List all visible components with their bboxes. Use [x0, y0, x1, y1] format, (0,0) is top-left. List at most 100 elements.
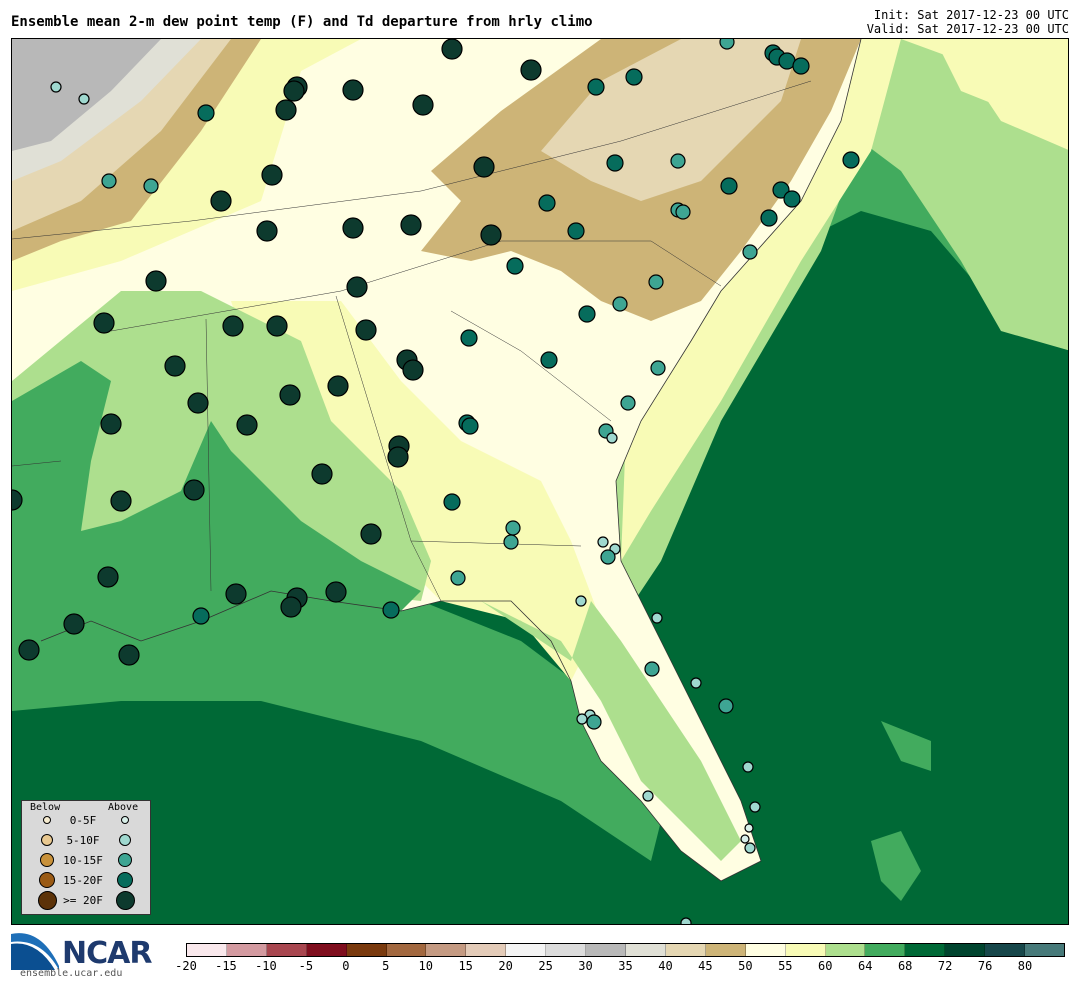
colorbar-tick-label: -5 — [298, 959, 314, 973]
colorbar-tick-label: 76 — [977, 959, 993, 973]
colorbar-swatch — [386, 944, 427, 956]
colorbar-swatch — [865, 944, 906, 956]
station-marker — [505, 520, 521, 536]
colorbar — [186, 943, 1065, 957]
station-marker — [740, 834, 750, 844]
station-marker — [578, 305, 596, 323]
station-marker — [164, 355, 186, 377]
station-marker — [443, 493, 461, 511]
legend-row: 5-10F — [22, 831, 150, 851]
colorbar-tick-label: 60 — [818, 959, 833, 973]
station-marker — [567, 222, 585, 240]
station-marker — [503, 534, 519, 550]
station-marker — [742, 761, 754, 773]
colorbar-tick-label: 30 — [578, 959, 593, 973]
legend-row: 15-20F — [22, 871, 150, 891]
station-marker — [744, 842, 756, 854]
colorbar-swatch — [785, 944, 826, 956]
colorbar-swatch — [825, 944, 866, 956]
colorbar-tick-label: -15 — [215, 959, 237, 973]
station-marker — [575, 595, 587, 607]
station-marker — [280, 596, 302, 618]
station-marker — [266, 315, 288, 337]
colorbar-swatch — [306, 944, 347, 956]
colorbar-swatch — [346, 944, 387, 956]
station-marker — [648, 274, 664, 290]
station-marker — [460, 329, 478, 347]
valid-time: Valid: Sat 2017-12-23 00 UTC — [866, 22, 1069, 36]
colorbar-swatch — [945, 944, 986, 956]
colorbar-tick-label: 40 — [658, 959, 673, 973]
station-marker — [670, 153, 686, 169]
station-marker — [63, 613, 85, 635]
station-marker — [311, 463, 333, 485]
colorbar-swatch — [905, 944, 946, 956]
station-marker — [50, 81, 62, 93]
station-marker — [382, 601, 400, 619]
legend-row: >= 20F — [22, 891, 150, 911]
station-marker — [792, 57, 810, 75]
station-marker — [520, 59, 542, 81]
colorbar-swatch — [625, 944, 666, 956]
station-marker — [225, 583, 247, 605]
legend-row-label: 0-5F — [69, 814, 97, 827]
legend-row: 0-5F — [22, 811, 150, 831]
map-canvas — [12, 39, 1068, 924]
colorbar-swatch — [745, 944, 786, 956]
legend-below-dot — [40, 853, 54, 867]
station-marker — [100, 413, 122, 435]
station-marker — [93, 312, 115, 334]
station-marker — [480, 224, 502, 246]
colorbar-tick-label: 0 — [342, 959, 350, 973]
station-marker — [187, 392, 209, 414]
colorbar-swatch — [705, 944, 746, 956]
colorbar-tick-label: 45 — [698, 959, 713, 973]
station-marker — [101, 173, 117, 189]
legend-row-label: 15-20F — [63, 874, 103, 887]
station-marker — [540, 351, 558, 369]
station-marker — [275, 99, 297, 121]
ncar-swoosh-fill — [11, 943, 55, 970]
colorbar-tick-label: 72 — [937, 959, 953, 973]
colorbar-tick-label: 68 — [897, 959, 913, 973]
station-marker — [97, 566, 119, 588]
station-marker — [236, 414, 258, 436]
station-marker — [279, 384, 301, 406]
station-marker — [402, 359, 424, 381]
legend-row: 10-15F — [22, 851, 150, 871]
colorbar-tick-label: -10 — [255, 959, 277, 973]
station-marker — [461, 417, 479, 435]
colorbar-tick-label: 64 — [857, 959, 873, 973]
legend-row-label: 5-10F — [66, 834, 100, 847]
station-marker — [612, 296, 628, 312]
station-marker — [143, 178, 159, 194]
chart-title: Ensemble mean 2-m dew point temp (F) and… — [11, 14, 593, 30]
station-marker — [261, 164, 283, 186]
station-marker — [718, 698, 734, 714]
colorbar-tick-label: 25 — [538, 959, 553, 973]
station-marker — [342, 217, 364, 239]
departure-legend: Below Above 0-5F 5-10F 10-15F 15-20F >= … — [21, 800, 151, 915]
colorbar-tick-label: 10 — [418, 959, 433, 973]
station-marker — [644, 661, 660, 677]
colorbar-swatch — [586, 944, 626, 956]
colorbar-swatch — [226, 944, 267, 956]
station-marker — [346, 276, 368, 298]
legend-row-label: 10-15F — [63, 854, 103, 867]
dewpoint-map — [11, 38, 1069, 925]
station-marker — [342, 79, 364, 101]
colorbar-tick-label: 20 — [498, 959, 513, 973]
ncar-url: ensemble.ucar.edu — [20, 968, 123, 979]
station-marker — [620, 395, 636, 411]
legend-below-dot — [39, 872, 55, 888]
station-marker — [473, 156, 495, 178]
station-marker — [256, 220, 278, 242]
station-marker — [506, 257, 524, 275]
station-marker — [118, 644, 140, 666]
station-marker — [387, 446, 409, 468]
station-marker — [680, 917, 692, 924]
station-marker — [18, 639, 40, 661]
station-marker — [360, 523, 382, 545]
legend-above-dot — [117, 872, 133, 888]
station-marker — [744, 823, 754, 833]
